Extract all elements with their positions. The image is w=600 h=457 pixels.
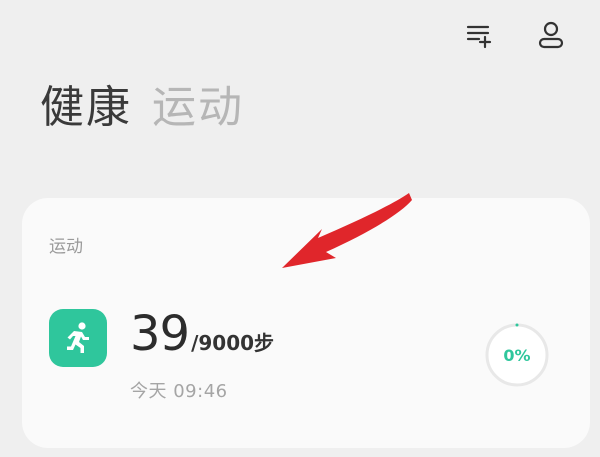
screen: 健康 运动 运动 39 /9000步 今天 09:46 0% [0, 0, 600, 457]
exercise-card[interactable]: 运动 39 /9000步 今天 09:46 0% [22, 198, 590, 448]
steps-value: 39 [130, 306, 190, 362]
steps-count: 39 /9000步 [130, 310, 274, 358]
update-time: 今天 09:46 [130, 381, 228, 402]
tab-health[interactable]: 健康 [40, 86, 132, 130]
tab-exercise[interactable]: 运动 [152, 86, 244, 130]
progress-ring: 0% [484, 322, 550, 388]
steps-goal: /9000步 [191, 331, 275, 355]
top-actions [462, 18, 568, 52]
user-icon[interactable] [534, 18, 568, 52]
header-tabs: 健康 运动 [40, 86, 244, 130]
list-add-icon[interactable] [462, 18, 496, 52]
progress-percent: 0% [503, 345, 531, 365]
card-title: 运动 [49, 237, 83, 257]
running-icon [49, 309, 107, 367]
